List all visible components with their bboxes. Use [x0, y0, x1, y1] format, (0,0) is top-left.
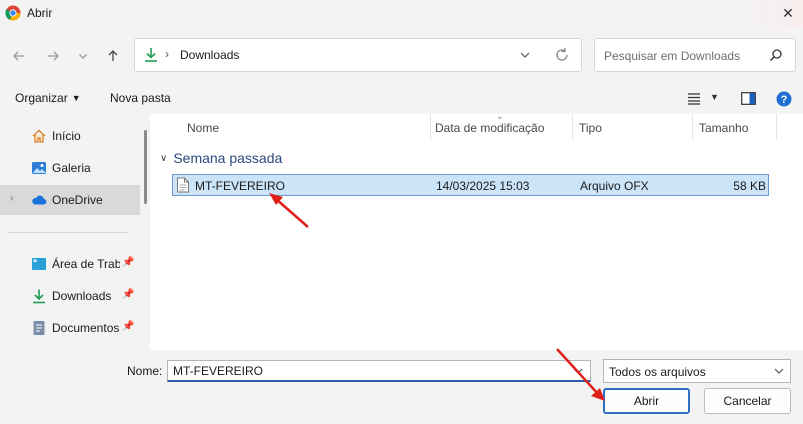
chevron-down-icon — [79, 54, 87, 59]
navigation-bar: › Downloads Pesquisar em Downloads — [0, 28, 803, 84]
window-title: Abrir — [27, 6, 53, 20]
up-button[interactable] — [102, 45, 124, 67]
file-icon — [177, 177, 189, 193]
sidebar-divider — [8, 232, 128, 233]
file-type: Arquivo OFX — [580, 179, 649, 193]
column-separator[interactable] — [776, 114, 777, 140]
file-name-label: Nome: — [127, 364, 163, 378]
arrow-left-icon — [13, 51, 24, 61]
sidebar-item-label: Início — [52, 129, 81, 143]
breadcrumb-downloads[interactable]: Downloads — [180, 48, 239, 62]
sidebar-item-inicio[interactable]: Início — [0, 121, 140, 151]
organize-label: Organizar — [15, 91, 68, 105]
forward-button[interactable] — [42, 45, 64, 67]
search-input[interactable]: Pesquisar em Downloads — [604, 49, 740, 63]
new-folder-button[interactable]: Nova pasta — [110, 91, 171, 105]
sidebar-item-label: Documentos — [52, 321, 120, 335]
column-header-type-label: Tipo — [579, 121, 602, 135]
navigation-pane: Início Galeria › OneDrive Área de Trabal… — [0, 114, 148, 350]
desktop-icon — [32, 258, 46, 270]
file-type-value: Todos os arquivos — [609, 365, 706, 379]
search-icon[interactable] — [767, 46, 785, 64]
group-header[interactable]: ∨ Semana passada — [160, 150, 282, 166]
recent-locations-button[interactable] — [72, 45, 94, 67]
file-list: ⌄ Nome Data de modificação Tipo Tamanho … — [150, 111, 803, 350]
cancel-button[interactable]: Cancelar — [704, 388, 791, 414]
title-bar: Abrir ✕ — [0, 0, 803, 28]
file-row[interactable]: MT-FEVEREIRO 14/03/2025 15:03 Arquivo OF… — [172, 174, 769, 196]
pin-icon[interactable]: 📌 — [122, 321, 134, 332]
sidebar-item-label: Downloads — [52, 289, 112, 303]
file-name-input-value: MT-FEVEREIRO — [173, 364, 264, 378]
organize-menu-button[interactable]: Organizar ▼ — [15, 91, 81, 105]
download-icon — [33, 289, 45, 304]
sidebar-item-documentos[interactable]: Documentos 📌 — [0, 313, 140, 343]
sidebar-item-label: Área de Trabalho — [52, 257, 120, 271]
sidebar-item-area-de-trabalho[interactable]: Área de Trabalho 📌 — [0, 249, 140, 279]
close-icon[interactable]: ✕ — [776, 2, 800, 24]
group-label: Semana passada — [173, 150, 283, 166]
column-header-size[interactable]: Tamanho — [692, 114, 776, 140]
file-date: 14/03/2025 15:03 — [436, 179, 530, 193]
back-button[interactable] — [8, 45, 30, 67]
arrow-up-icon — [108, 50, 118, 61]
pin-icon[interactable]: 📌 — [122, 257, 134, 268]
chevron-down-icon[interactable] — [518, 46, 532, 64]
help-icon[interactable]: ? — [776, 91, 792, 107]
breadcrumb-separator-icon: › — [165, 47, 169, 61]
cloud-icon — [32, 195, 47, 205]
arrow-right-icon — [48, 51, 59, 61]
column-header-size-label: Tamanho — [699, 121, 749, 135]
sidebar-item-label: Galeria — [52, 161, 91, 175]
pin-icon[interactable]: 📌 — [122, 289, 134, 300]
address-bar[interactable]: › Downloads — [134, 38, 582, 72]
collapse-chevron-icon[interactable]: ∨ — [160, 153, 167, 164]
file-type-select[interactable]: Todos os arquivos — [603, 359, 791, 383]
chevron-down-icon[interactable] — [572, 364, 584, 378]
gallery-icon — [32, 162, 46, 174]
svg-text:?: ? — [781, 94, 788, 106]
expand-chevron-icon[interactable]: › — [10, 193, 13, 204]
refresh-icon[interactable] — [553, 45, 571, 65]
sidebar-item-galeria[interactable]: Galeria — [0, 153, 140, 183]
sidebar-scrollbar[interactable] — [144, 130, 147, 204]
document-icon — [33, 321, 45, 335]
view-list-icon[interactable] — [687, 93, 701, 105]
file-name: MT-FEVEREIRO — [195, 179, 286, 193]
sidebar-item-label: OneDrive — [52, 193, 103, 207]
chrome-icon — [5, 5, 21, 21]
search-box[interactable]: Pesquisar em Downloads — [594, 38, 796, 72]
sidebar-item-onedrive[interactable]: › OneDrive — [0, 185, 140, 215]
view-options-caret-icon[interactable]: ▼ — [710, 92, 719, 102]
home-icon — [32, 129, 46, 143]
caret-down-icon: ▼ — [71, 93, 81, 103]
preview-pane-icon[interactable] — [741, 92, 756, 105]
dialog-footer: Nome: MT-FEVEREIRO Todos os arquivos Abr… — [0, 350, 803, 424]
column-header-date-label: Data de modificação — [435, 121, 545, 135]
chevron-down-icon — [774, 368, 784, 374]
open-button[interactable]: Abrir — [603, 388, 690, 414]
column-header-type[interactable]: Tipo — [572, 114, 692, 140]
command-bar: Organizar ▼ Nova pasta ▼ ? — [0, 84, 803, 114]
download-icon — [145, 48, 157, 62]
file-name-input[interactable]: MT-FEVEREIRO — [167, 360, 591, 382]
file-size: 58 KB — [733, 179, 766, 193]
sidebar-item-downloads[interactable]: Downloads 📌 — [0, 281, 140, 311]
column-header-date[interactable]: Data de modificação — [430, 114, 572, 140]
column-header-name-label: Nome — [187, 121, 220, 135]
column-header-name[interactable]: Nome — [150, 114, 430, 140]
